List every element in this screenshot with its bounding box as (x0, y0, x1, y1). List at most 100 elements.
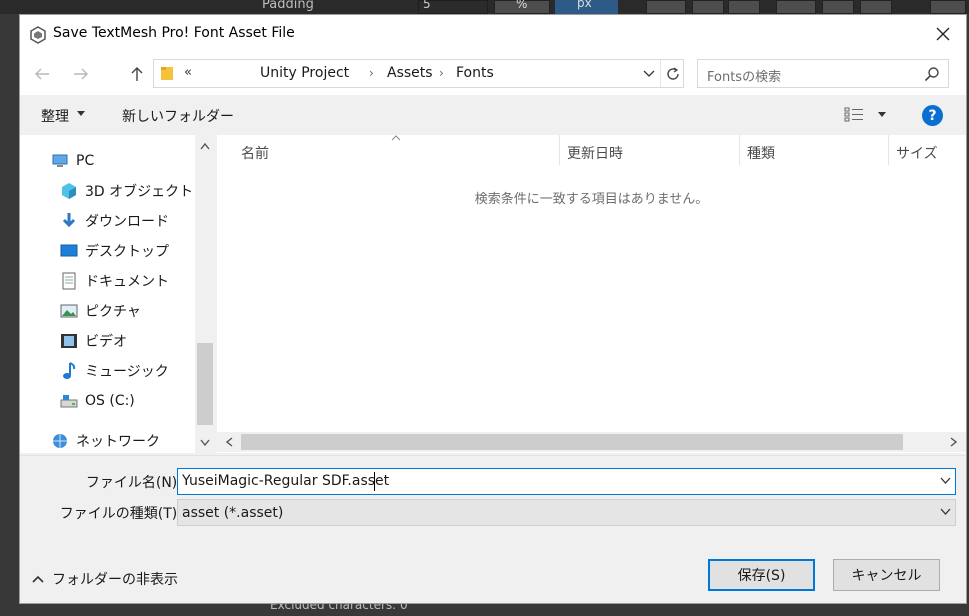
filetype-select[interactable]: asset (*.asset) (177, 499, 956, 526)
pc-icon (50, 152, 70, 170)
nav-item-label: 3D オブジェクト (85, 184, 194, 200)
chevron-down-icon[interactable] (940, 477, 951, 484)
breadcrumb-assets[interactable]: Assets (387, 65, 433, 81)
scroll-up-button[interactable] (195, 135, 215, 157)
address-bar[interactable]: « Unity Project › Assets › Fonts (153, 59, 684, 88)
column-divider[interactable] (739, 135, 740, 165)
caret-down-icon (77, 111, 85, 116)
cancel-button[interactable]: キャンセル (833, 559, 940, 591)
refresh-icon (666, 66, 679, 80)
arrow-up-icon (131, 67, 143, 81)
nav-item-label: ピクチャ (85, 304, 141, 320)
padding-value-field[interactable]: 5 (418, 0, 488, 14)
nav-item-label: ダウンロード (85, 214, 169, 230)
column-header-modified[interactable]: 更新日時 (567, 143, 623, 163)
sort-ascending-icon (391, 135, 401, 141)
forward-button[interactable] (68, 61, 94, 87)
filename-input[interactable]: YuseiMagic-Regular SDF.asset (177, 468, 956, 495)
scroll-left-button[interactable] (221, 434, 237, 450)
chevron-up-icon (32, 575, 44, 583)
pictures-icon (59, 302, 79, 320)
video-icon (59, 332, 79, 350)
column-divider[interactable] (559, 135, 560, 165)
back-button[interactable] (29, 61, 55, 87)
horizontal-scrollbar[interactable] (217, 432, 966, 452)
hide-folders-toggle[interactable]: フォルダーの非表示 (32, 569, 178, 589)
filename-label: ファイル名(N): (85, 475, 182, 491)
scroll-thumb[interactable] (241, 434, 903, 450)
column-header-name[interactable]: 名前 (241, 143, 269, 163)
empty-folder-message: 検索条件に一致する項目はありません。 (474, 192, 709, 207)
hide-folders-label: フォルダーの非表示 (52, 572, 178, 588)
navigation-pane: PC 3D オブジェクト ダウンロード デスクトップ ドキュメント ピクチャ ビ… (20, 135, 215, 453)
nav-item-label: ドキュメント (85, 274, 169, 290)
nav-item-3d-objects[interactable]: 3D オブジェクト (59, 178, 215, 204)
nav-item-network[interactable]: ネットワーク (50, 428, 215, 453)
folder-icon (161, 67, 173, 80)
chevron-down-icon (200, 439, 210, 446)
save-button[interactable]: 保存(S) (708, 559, 815, 591)
text-caret (374, 472, 375, 491)
editor-tool-button[interactable] (822, 0, 854, 14)
organize-menu[interactable]: 整理 (41, 106, 69, 126)
nav-item-label: PC (76, 153, 95, 169)
view-options-icon[interactable] (844, 107, 864, 122)
save-file-dialog: Save TextMesh Pro! Font Asset File « Uni… (19, 14, 967, 604)
new-folder-button[interactable]: 新しいフォルダー (122, 106, 234, 126)
scroll-right-button[interactable] (945, 434, 961, 450)
nav-item-pc[interactable]: PC (50, 148, 215, 174)
chevron-down-icon (643, 70, 655, 77)
scroll-down-button[interactable] (195, 431, 215, 453)
editor-tool-button[interactable] (930, 0, 966, 14)
close-button[interactable] (920, 15, 966, 53)
nav-item-videos[interactable]: ビデオ (59, 328, 215, 354)
nav-item-downloads[interactable]: ダウンロード (59, 208, 215, 234)
editor-tool-button[interactable] (728, 0, 760, 14)
nav-item-music[interactable]: ミュージック (59, 358, 215, 384)
padding-label: Padding (262, 0, 314, 12)
editor-tool-button[interactable] (646, 0, 686, 14)
breadcrumb-separator[interactable]: › (369, 66, 374, 80)
editor-tool-button[interactable] (776, 0, 816, 14)
search-placeholder: Fontsの検索 (707, 70, 782, 85)
filename-value: YuseiMagic-Regular SDF.asset (182, 473, 390, 489)
chevron-left-icon (225, 437, 232, 447)
search-input[interactable]: Fontsの検索 (697, 59, 949, 88)
percent-button[interactable]: % (494, 0, 550, 14)
document-icon (59, 272, 79, 290)
address-row: « Unity Project › Assets › Fonts Fontsの検… (20, 53, 966, 95)
caret-down-icon[interactable] (878, 112, 886, 117)
nav-item-documents[interactable]: ドキュメント (59, 268, 215, 294)
nav-item-pictures[interactable]: ピクチャ (59, 298, 215, 324)
address-dropdown[interactable] (638, 64, 660, 84)
save-options-area: ファイル名(N): YuseiMagic-Regular SDF.asset フ… (20, 455, 966, 603)
column-header-size[interactable]: サイズ (896, 143, 938, 163)
px-button[interactable]: px (555, 0, 618, 14)
column-header-type[interactable]: 種類 (747, 143, 775, 163)
breadcrumb-fonts[interactable]: Fonts (456, 65, 494, 81)
network-icon (50, 432, 70, 450)
scroll-thumb[interactable] (197, 343, 213, 425)
up-button[interactable] (124, 61, 150, 87)
nav-item-label: ビデオ (85, 334, 127, 350)
command-toolbar: 整理 新しいフォルダー ? (20, 95, 966, 135)
dialog-title: Save TextMesh Pro! Font Asset File (53, 25, 295, 41)
column-divider[interactable] (888, 135, 889, 165)
breadcrumb-overflow[interactable]: « (184, 65, 192, 80)
nav-scrollbar[interactable] (195, 135, 215, 453)
nav-item-label: ネットワーク (76, 434, 160, 450)
3d-objects-icon (59, 182, 79, 200)
refresh-button[interactable] (660, 60, 684, 87)
filetype-label: ファイルの種類(T): (59, 506, 182, 522)
breadcrumb-separator[interactable]: › (439, 66, 444, 80)
breadcrumb-unity-project[interactable]: Unity Project (260, 65, 349, 81)
nav-item-desktop[interactable]: デスクトップ (59, 238, 215, 264)
close-icon (936, 27, 950, 41)
arrow-left-icon (35, 68, 49, 80)
padding-value: 5 (423, 0, 431, 11)
editor-tool-button[interactable] (860, 0, 892, 14)
help-icon[interactable]: ? (922, 105, 943, 126)
nav-item-os-drive[interactable]: OS (C:) (59, 388, 215, 414)
music-icon (59, 362, 79, 380)
editor-tool-button[interactable] (692, 0, 724, 14)
